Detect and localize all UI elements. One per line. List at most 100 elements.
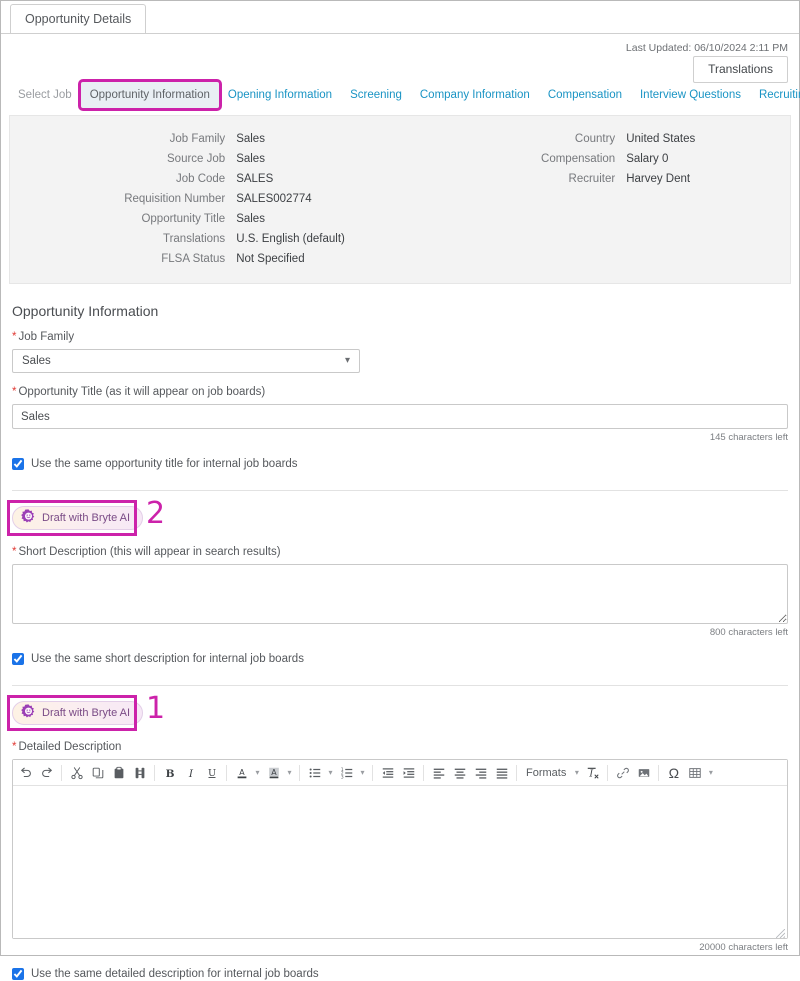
annotation-number-2: 2 [146,496,166,531]
step-tab-screening[interactable]: Screening [341,82,411,108]
summary-row: Job Family Sales [10,129,400,149]
short-description-internal-checkbox-row: Use the same short description for inter… [12,652,788,666]
required-asterisk: * [12,741,17,753]
cut-icon[interactable] [66,762,87,783]
copy-icon[interactable] [87,762,108,783]
summary-label: Country [574,133,616,145]
align-left-icon[interactable] [428,762,449,783]
svg-text:I: I [588,768,593,779]
draft-with-bryte-ai-label: Draft with Bryte AI [42,511,131,524]
paste-icon[interactable] [108,762,129,783]
table-icon[interactable] [684,762,705,783]
summary-left-column: Job Family Sales Source Job Sales Job Code SA… [10,129,400,269]
image-icon[interactable] [633,762,654,783]
step-tab-interview-questions[interactable]: Interview Questions [631,82,750,108]
form-body: Opportunity Information * Job Family Sale… [1,303,799,981]
required-asterisk: * [12,331,17,343]
short-description-charcount: 800 characters left [709,627,788,638]
summary-row: Opportunity Title Sales [10,209,400,229]
outdent-icon[interactable] [377,762,398,783]
undo-icon[interactable] [15,762,36,783]
translations-button[interactable]: Translations [693,56,788,83]
text-color-icon[interactable]: A [231,762,252,783]
tab-opportunity-details[interactable]: Opportunity Details [10,4,147,33]
draft-with-bryte-ai-label: Draft with Bryte AI [42,706,131,719]
bryte-ai-sparkle-icon [21,508,36,528]
header-meta-row: Last Updated: 06/10/2024 2:11 PM Transla… [1,34,799,83]
toolbar-separator [516,764,517,781]
background-color-icon[interactable]: A [263,762,284,783]
editor-toolbar: B I U A ▾ A ▾ ▾ 1 2 3 ▾ Formats ▾ I Ω ▾ [13,760,787,786]
bullet-list-icon[interactable] [304,762,325,783]
formats-dropdown-label[interactable]: Formats [521,762,571,783]
opportunity-title-input[interactable] [12,404,788,429]
summary-row: Requisition Number SALES002774 [10,189,400,209]
bullet-list-dropdown-caret[interactable]: ▾ [325,762,336,783]
summary-label: Job Family [169,133,226,145]
short-description-textarea[interactable] [12,564,788,624]
link-icon[interactable] [612,762,633,783]
align-justify-icon[interactable] [491,762,512,783]
job-family-select[interactable]: Sales [12,349,360,373]
summary-label: Compensation [541,153,616,165]
summary-value: Not Specified [236,253,305,265]
toolbar-separator [423,764,424,781]
align-center-icon[interactable] [449,762,470,783]
find-replace-icon[interactable] [129,762,150,783]
detailed-description-editor-body[interactable] [13,786,787,939]
short-description-internal-checkbox-label[interactable]: Use the same short description for inter… [31,652,304,666]
detailed-description-internal-checkbox-row: Use the same detailed description for in… [12,967,788,981]
clear-formatting-icon[interactable]: I [582,762,603,783]
annotation-number-1: 1 [146,691,166,726]
numbered-list-icon[interactable]: 123 [336,762,357,783]
step-tab-opening-information[interactable]: Opening Information [219,82,341,108]
step-tab-compensation[interactable]: Compensation [539,82,631,108]
required-asterisk: * [12,386,17,398]
summary-value: SALES [236,173,274,185]
special-character-icon[interactable]: Ω [663,762,684,783]
summary-label: Requisition Number [124,193,226,205]
redo-icon[interactable] [36,762,57,783]
summary-value: Harvey Dent [626,173,691,185]
numbered-list-dropdown-caret[interactable]: ▾ [357,762,368,783]
step-tab-company-information[interactable]: Company Information [411,82,539,108]
underline-icon[interactable]: U [201,762,222,783]
svg-text:A: A [239,768,245,777]
align-right-icon[interactable] [470,762,491,783]
bold-icon[interactable]: B [159,762,180,783]
background-color-dropdown-caret[interactable]: ▾ [284,762,295,783]
short-description-internal-checkbox[interactable] [12,653,24,665]
italic-icon[interactable]: I [180,762,201,783]
resize-handle-icon[interactable] [775,927,786,939]
divider-2 [12,685,788,686]
summary-label: Job Code [175,173,226,185]
draft-with-bryte-ai-button-short-description[interactable]: Draft with Bryte AI [12,506,144,530]
text-color-dropdown-caret[interactable]: ▾ [252,762,263,783]
draft-with-bryte-ai-button-detailed-description[interactable]: Draft with Bryte AI [12,701,144,725]
detailed-description-internal-checkbox-label[interactable]: Use the same detailed description for in… [31,967,319,981]
divider-1 [12,490,788,491]
formats-dropdown-caret[interactable]: ▾ [571,762,582,783]
opportunity-title-internal-checkbox-label[interactable]: Use the same opportunity title for inter… [31,457,298,471]
detailed-description-rich-text-editor: B I U A ▾ A ▾ ▾ 1 2 3 ▾ Formats ▾ I Ω ▾ [12,759,788,939]
summary-row: Source Job Sales [10,149,400,169]
table-dropdown-caret[interactable]: ▾ [705,762,716,783]
toolbar-separator [61,764,62,781]
opportunity-title-charcount: 145 characters left [709,432,788,443]
indent-icon[interactable] [398,762,419,783]
opportunity-title-internal-checkbox[interactable] [12,458,24,470]
toolbar-separator [658,764,660,781]
step-tab-recruiting-process[interactable]: Recruiting Process [750,82,800,108]
summary-label: Source Job [167,153,226,165]
detailed-description-internal-checkbox[interactable] [12,968,24,980]
opportunity-title-label: * Opportunity Title (as it will appear on… [12,385,788,400]
ai-block-detailed-description: Draft with Bryte AI 1 [7,692,788,731]
detailed-description-label-text: Detailed Description [18,741,122,753]
detailed-description-charcount: 20000 characters left [699,942,788,953]
svg-text:A: A [271,767,277,776]
summary-value: SALES002774 [236,193,312,205]
summary-right-column: Country United States Compensation Salary 0… [400,129,790,269]
svg-text:B: B [165,767,174,779]
job-family-label-text: Job Family [18,331,75,343]
opportunity-details-page: Opportunity Details Last Updated: 06/10/… [0,0,800,980]
